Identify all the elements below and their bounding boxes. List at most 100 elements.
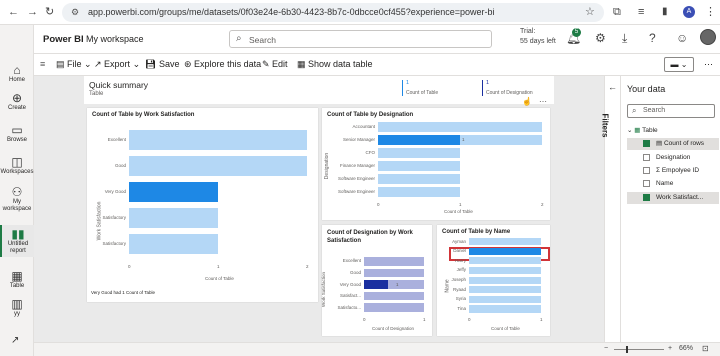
chart-work-satisfaction[interactable]: Count of Table by Work Satisfaction Work… [87,108,318,302]
filters-pane-toggle[interactable]: ← Filters [601,76,620,342]
search-box[interactable]: ⌕ Search [229,30,492,48]
field-designation[interactable]: Designation [627,152,719,164]
zoom-handle[interactable] [626,346,628,353]
user-avatar[interactable] [700,29,716,45]
table-icon: ▦ [634,127,641,134]
trial-label: Trial: [520,28,536,35]
chart-designation-by-work-satisfaction[interactable]: Count of Designation by Work Satisfactio… [321,225,432,336]
zoom-level: 66% [679,345,694,352]
sidebar-icon[interactable]: ▮ [662,5,668,19]
star-icon[interactable]: ☆ [585,5,595,19]
bar[interactable] [469,286,541,294]
nav-yy[interactable]: ▥ yy [0,297,34,318]
bar[interactable] [129,234,218,254]
nav-my-workspace[interactable]: ⚇ My workspace [0,185,34,213]
field-count-of-rows[interactable]: ▤ Count of rows [627,138,719,150]
bar[interactable] [129,130,307,150]
field-employee-id[interactable]: Σ Empolyee ID [627,165,719,177]
data-label: 1 [543,248,546,254]
help-icon[interactable]: ? [649,31,656,45]
profile-avatar[interactable]: A [683,6,695,18]
summary-subtitle: Table [89,91,104,97]
search-icon: ⌕ [632,106,637,115]
visual-more-icon[interactable]: ⋯ [539,97,547,106]
forward-icon[interactable]: → [27,5,38,19]
bar[interactable] [469,276,541,284]
site-info-icon[interactable]: ⚙ [71,3,79,22]
nav-workspaces[interactable]: ◫ Workspaces [0,155,34,176]
table-node[interactable]: ⌄ ▦ Table [627,125,719,137]
bar-highlight[interactable] [378,135,460,145]
bar[interactable] [469,295,541,303]
media-icon[interactable]: ≡ [638,5,644,19]
show-data-table-button[interactable]: ▦ Show data table [297,58,373,71]
zoom-slider[interactable] [614,349,664,350]
home-icon: ⌂ [13,63,21,77]
checkbox[interactable] [643,153,650,161]
bar[interactable] [378,122,542,132]
refresh-icon[interactable]: ↻ [45,5,54,19]
category-label: Good [114,162,126,168]
collapse-icon[interactable]: ≡ [40,58,45,71]
file-menu[interactable]: ▤ File ⌄ [56,58,92,71]
bar[interactable] [364,257,424,266]
bar[interactable] [378,174,460,184]
nav-untitled-report[interactable]: ▮▮ Untitled report [0,225,34,257]
more-options-icon[interactable]: ⋯ [704,58,713,71]
field-work-satisfaction[interactable]: Work Satisfact... [627,192,719,204]
bar-highlight[interactable] [129,182,218,202]
chart-name[interactable]: Count of Table by Name Name Count of Tab… [437,225,550,336]
address-bar[interactable]: ⚙ app.powerbi.com/groups/me/datasets/0f0… [62,3,604,22]
nav-home[interactable]: ⌂ Home [0,63,34,84]
checkbox[interactable] [643,139,650,147]
bar[interactable] [469,305,541,313]
checkbox[interactable] [643,166,650,174]
chart-designation[interactable]: Count of Table by Designation Designatio… [322,108,550,220]
field-name[interactable]: Name [627,178,719,190]
export-menu[interactable]: ↗ Export ⌄ [94,58,140,71]
bar[interactable] [129,208,218,228]
explore-button[interactable]: ⊛ Explore this data [184,58,261,71]
checkbox[interactable] [643,193,650,201]
bar[interactable] [469,257,541,265]
bar[interactable] [469,266,541,275]
zoom-in-icon[interactable]: + [668,345,672,352]
workspace-link[interactable]: My workspace [86,34,144,44]
bar[interactable] [378,161,460,171]
extensions-icon[interactable]: ⧉ [613,5,621,19]
more-icon[interactable]: ⋮ [705,5,716,19]
visual-pointer-icon[interactable]: ☝ [522,97,532,106]
edit-button[interactable]: ✎ Edit [262,58,288,71]
report-icon: ▮▮ [11,227,25,241]
view-dropdown[interactable]: ▬ ⌄ [664,57,694,72]
field-search-input[interactable]: ⌕ Search [627,104,715,118]
export-icon: ↗ [94,59,105,69]
dataset-icon: ▥ [11,297,23,311]
bar[interactable] [129,156,307,176]
collapse-arrow-icon[interactable]: ← [608,82,617,92]
x-axis-label: Count of Table [444,209,473,214]
summary-title: Quick summary [89,80,149,90]
back-icon[interactable]: ← [8,5,19,19]
download-icon[interactable]: ⤓ [622,31,627,46]
bar[interactable] [364,268,424,278]
expand-icon[interactable]: ↗ [11,335,19,346]
nav-browse[interactable]: ▭ Browse [0,123,34,144]
feedback-icon[interactable]: ☺ [676,31,688,45]
bar[interactable] [378,187,460,197]
nav-table[interactable]: ▦ Table [0,269,34,290]
save-button[interactable]: 💾︎ Save [145,58,179,71]
bar-highlight[interactable] [364,280,388,289]
fit-page-icon[interactable]: ⊡ [702,344,709,353]
app-name[interactable]: Power BI [43,34,84,45]
settings-icon[interactable]: ⚙ [595,31,606,45]
checkbox[interactable] [643,179,650,187]
bar[interactable] [378,148,460,158]
nav-create[interactable]: ⊕ Create [0,91,34,112]
kpi1-value: 1 [406,80,410,86]
bar[interactable] [364,291,424,301]
bar[interactable] [469,238,541,246]
bar-highlight[interactable] [469,247,541,255]
zoom-out-icon[interactable]: − [604,345,608,352]
bar[interactable] [364,303,424,313]
